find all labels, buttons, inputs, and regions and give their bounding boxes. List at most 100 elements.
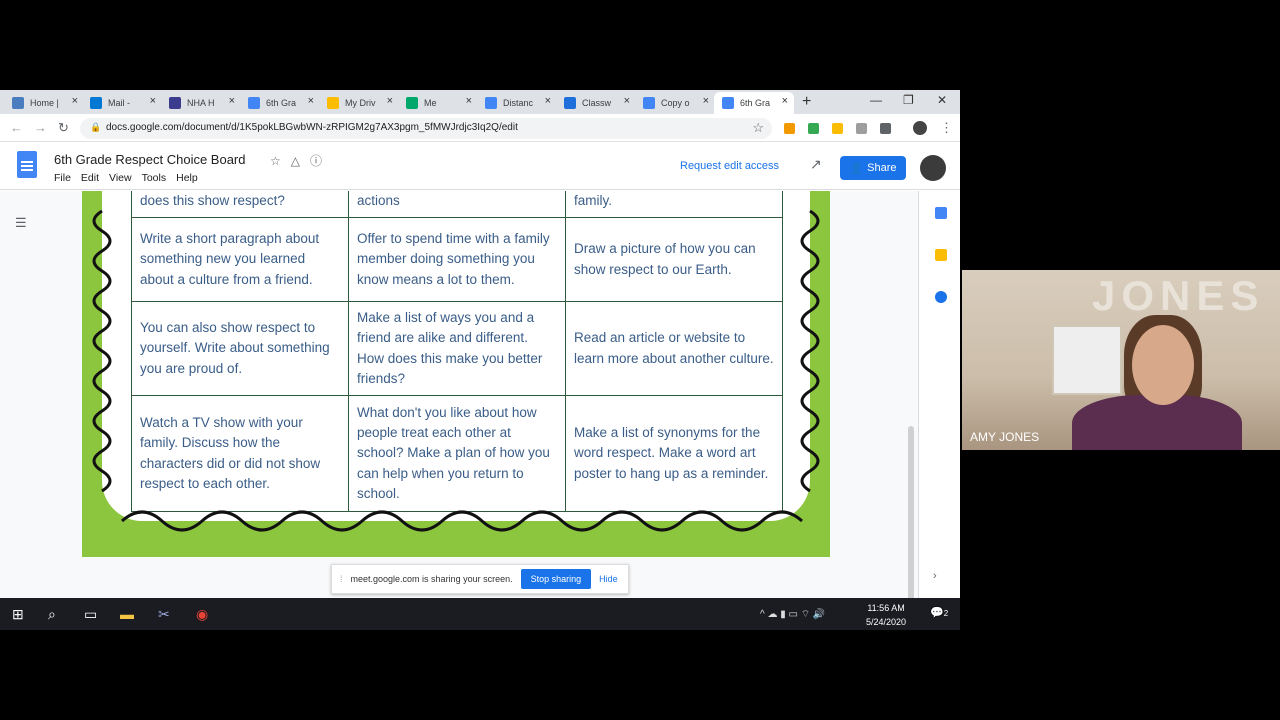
sharing-message: meet.google.com is sharing your screen.	[350, 574, 513, 584]
close-icon[interactable]: ×	[703, 95, 709, 107]
tab-classwork[interactable]: Classw ×	[556, 92, 636, 114]
docs-logo-icon[interactable]	[17, 151, 37, 178]
document-title[interactable]: 6th Grade Respect Choice Board	[54, 152, 246, 167]
apps-grid-icon[interactable]	[880, 123, 891, 134]
notifications-icon[interactable]: 💬2	[930, 606, 948, 619]
user-avatar[interactable]	[920, 155, 946, 181]
new-tab-button[interactable]: +	[802, 93, 811, 111]
info-icon[interactable]: ⓘ	[310, 154, 322, 168]
extension-icon[interactable]	[784, 123, 795, 134]
chrome-icon[interactable]: ◉	[196, 606, 208, 623]
menu-kebab-icon[interactable]: ⋮	[940, 120, 953, 136]
extension-icon[interactable]	[856, 123, 867, 134]
nha-favicon-icon	[169, 97, 181, 109]
windows-start-icon[interactable]: ⊞	[12, 606, 24, 623]
reload-icon[interactable]: ↻	[58, 120, 69, 136]
tab-6th-grade-1[interactable]: 6th Gra ×	[240, 92, 320, 114]
home-favicon-icon	[12, 97, 24, 109]
close-icon[interactable]: ×	[387, 95, 393, 107]
address-bar[interactable]: 🔒 docs.google.com/document/d/1K5pokLBGwb…	[80, 118, 772, 139]
person-icon: 👤	[849, 162, 864, 175]
task-view-icon[interactable]: ▭	[84, 606, 97, 623]
wall-letters: JONES	[1092, 272, 1265, 319]
close-icon[interactable]: ×	[72, 95, 78, 107]
close-icon[interactable]: ×	[150, 95, 156, 107]
forward-icon[interactable]: →	[34, 120, 47, 135]
docs-favicon-icon	[643, 97, 655, 109]
close-icon[interactable]: ×	[466, 95, 472, 107]
whiteboard	[1052, 325, 1122, 395]
participant-face	[1132, 325, 1194, 405]
squiggle-border	[92, 209, 820, 532]
share-button[interactable]: 👤 Share	[840, 156, 906, 180]
extension-icon[interactable]	[808, 123, 819, 134]
tab-nha[interactable]: NHA H ×	[161, 92, 241, 114]
screen-sharing-bar: ⁞ meet.google.com is sharing your screen…	[331, 564, 629, 594]
clock[interactable]: 11:56 AM 5/24/2020	[866, 602, 906, 629]
tasks-icon[interactable]	[935, 291, 947, 303]
window-close-icon[interactable]: ✕	[937, 93, 947, 107]
close-icon[interactable]: ×	[624, 95, 630, 107]
menu-view[interactable]: View	[109, 172, 132, 184]
hide-button[interactable]: Hide	[599, 574, 618, 584]
request-edit-access-button[interactable]: Request edit access	[680, 160, 779, 172]
menu-tools[interactable]: Tools	[142, 172, 167, 184]
docs-favicon-icon	[485, 97, 497, 109]
file-explorer-icon[interactable]: ▬	[120, 606, 134, 622]
menu-bar: File Edit View Tools Help	[54, 172, 198, 184]
move-to-drive-icon[interactable]: △	[291, 154, 300, 168]
drive-favicon-icon	[327, 97, 339, 109]
menu-file[interactable]: File	[54, 172, 71, 184]
screen-share: Home | × Mail - × NHA H × 6th Gra × My Driv ×…	[0, 90, 960, 630]
activity-trend-icon[interactable]: ↗	[810, 156, 822, 173]
extension-icon[interactable]	[832, 123, 843, 134]
document-area: ☰ does this show respect? actions family…	[0, 191, 918, 598]
back-icon[interactable]: ←	[10, 120, 23, 135]
tab-copy[interactable]: Copy o ×	[635, 92, 715, 114]
tab-home[interactable]: Home | ×	[4, 92, 84, 114]
star-icon[interactable]: ☆	[270, 154, 281, 168]
close-icon[interactable]: ×	[308, 95, 314, 107]
mail-favicon-icon	[90, 97, 102, 109]
outline-icon[interactable]: ☰	[15, 215, 27, 231]
close-icon[interactable]: ×	[545, 95, 551, 107]
tab-mail[interactable]: Mail - ×	[82, 92, 162, 114]
docs-favicon-icon	[722, 97, 734, 109]
stop-sharing-button[interactable]: Stop sharing	[520, 569, 592, 589]
profile-avatar[interactable]	[913, 121, 927, 135]
bookmark-star-icon[interactable]: ☆	[752, 120, 764, 136]
restore-icon[interactable]: ❐	[903, 93, 914, 107]
minimize-icon[interactable]: —	[870, 93, 882, 107]
side-panel	[918, 191, 960, 598]
close-icon[interactable]: ×	[229, 95, 235, 107]
participant-name: AMY JONES	[970, 430, 1040, 444]
tab-meet[interactable]: Me ×	[398, 92, 478, 114]
menu-help[interactable]: Help	[176, 172, 198, 184]
tab-6th-grade-active[interactable]: 6th Gra ×	[714, 92, 794, 114]
url-text: docs.google.com/document/d/1K5pokLBGwbWN…	[106, 122, 518, 133]
search-icon[interactable]: ⌕	[48, 606, 56, 623]
close-icon[interactable]: ×	[782, 95, 788, 107]
taskbar: ⊞ ⌕ ▭ ▬ ✂ ◉ ^ ☁ ▮ ▭ ⌔ 🔊 11:56 AM 5/24/20…	[0, 598, 960, 630]
calendar-icon[interactable]	[935, 207, 947, 219]
snipping-tool-icon[interactable]: ✂	[158, 606, 170, 623]
drag-handle-icon[interactable]: ⁞	[340, 574, 343, 584]
chevron-right-icon[interactable]: ›	[933, 570, 937, 582]
lock-icon: 🔒	[90, 122, 102, 132]
clock-date: 5/24/2020	[866, 616, 907, 627]
scrollbar[interactable]	[908, 426, 914, 598]
docs-header: 6th Grade Respect Choice Board ☆ △ ⓘ Fil…	[0, 142, 960, 190]
title-icons: ☆ △ ⓘ	[270, 152, 322, 169]
meet-favicon-icon	[406, 97, 418, 109]
menu-edit[interactable]: Edit	[81, 172, 99, 184]
tab-distance[interactable]: Distanc ×	[477, 92, 557, 114]
classroom-favicon-icon	[564, 97, 576, 109]
system-tray-icons[interactable]: ^ ☁ ▮ ▭ ⌔ 🔊	[760, 608, 825, 621]
clock-time: 11:56 AM	[867, 603, 905, 613]
tab-strip: Home | × Mail - × NHA H × 6th Gra × My Driv ×…	[0, 90, 960, 114]
participant-video-tile[interactable]: JONES AMY JONES	[962, 270, 1280, 450]
address-toolbar: ← → ↻ 🔒 docs.google.com/document/d/1K5po…	[0, 114, 960, 142]
keep-icon[interactable]	[935, 249, 947, 261]
docs-favicon-icon	[248, 97, 260, 109]
tab-my-drive[interactable]: My Driv ×	[319, 92, 399, 114]
